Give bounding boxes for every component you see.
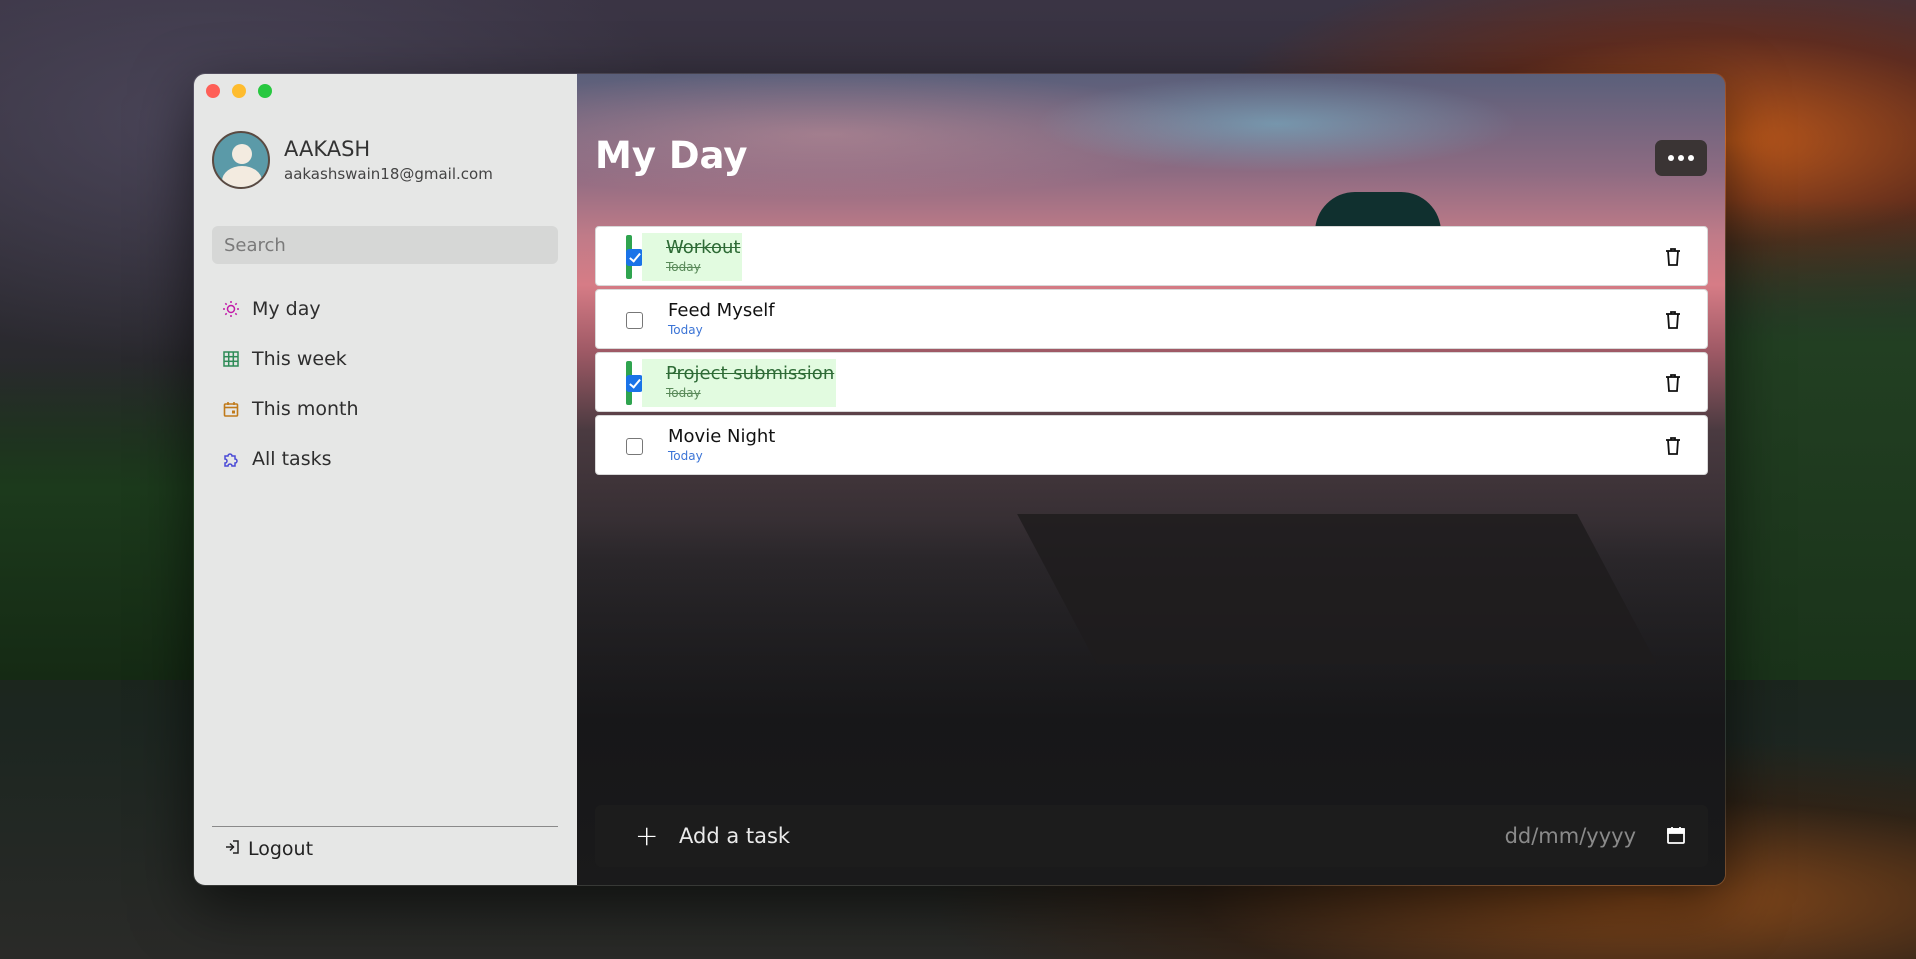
task-item: Workout Today bbox=[595, 226, 1708, 286]
more-icon-dot bbox=[1668, 155, 1674, 161]
task-item: Feed Myself Today bbox=[595, 289, 1708, 349]
task-list: Workout Today Feed Myself Today Project … bbox=[595, 226, 1708, 478]
profile-email: aakashswain18@gmail.com bbox=[284, 165, 493, 183]
task-item: Project submission Today bbox=[595, 352, 1708, 412]
task-checkbox[interactable] bbox=[626, 438, 643, 455]
background-pier bbox=[1017, 514, 1657, 664]
sidebar-item-my-day[interactable]: My day bbox=[222, 284, 359, 334]
background-trees-left bbox=[0, 360, 200, 680]
grid-icon bbox=[222, 350, 240, 368]
avatar-head bbox=[232, 144, 252, 164]
zoom-window-button[interactable] bbox=[258, 84, 272, 98]
profile: AAKASH aakashswain18@gmail.com bbox=[212, 131, 493, 189]
close-window-button[interactable] bbox=[206, 84, 220, 98]
main-panel: My Day Workout Today Feed Myself Today P… bbox=[577, 74, 1725, 885]
sidebar-item-all-tasks[interactable]: All tasks bbox=[222, 434, 359, 484]
task-checkbox[interactable] bbox=[626, 312, 643, 329]
task-text[interactable]: Feed Myself Today bbox=[666, 300, 777, 337]
trash-icon[interactable] bbox=[1665, 310, 1681, 330]
task-checkbox[interactable] bbox=[626, 249, 643, 266]
sun-icon bbox=[222, 300, 240, 318]
background-trees-right bbox=[1716, 200, 1916, 680]
task-date: Today bbox=[668, 449, 703, 463]
calendar-icon bbox=[222, 400, 240, 418]
due-date-input[interactable] bbox=[1456, 821, 1636, 851]
calendar-picker-icon[interactable] bbox=[1666, 825, 1686, 845]
profile-name: AAKASH bbox=[284, 137, 371, 161]
add-task-bar: + bbox=[595, 805, 1708, 867]
task-name: Project submission bbox=[666, 363, 835, 384]
sidebar-item-this-week[interactable]: This week bbox=[222, 334, 359, 384]
sidebar-item-label: My day bbox=[252, 298, 321, 320]
task-date: Today bbox=[666, 386, 701, 400]
task-item: Movie Night Today bbox=[595, 415, 1708, 475]
minimize-window-button[interactable] bbox=[232, 84, 246, 98]
profile-info: AAKASH aakashswain18@gmail.com bbox=[284, 137, 493, 183]
sidebar-item-this-month[interactable]: This month bbox=[222, 384, 359, 434]
sidebar-divider bbox=[212, 826, 558, 827]
task-checkbox[interactable] bbox=[626, 375, 643, 392]
sidebar-item-label: This week bbox=[252, 348, 347, 370]
sidebar-nav: My day This week This month All tasks bbox=[222, 284, 359, 484]
sidebar: AAKASH aakashswain18@gmail.com My day bbox=[194, 74, 577, 885]
task-name: Movie Night bbox=[668, 426, 776, 447]
avatar-body bbox=[222, 166, 262, 187]
task-text[interactable]: Project submission Today bbox=[642, 359, 837, 407]
logout-icon bbox=[224, 838, 240, 860]
logout-label: Logout bbox=[248, 838, 314, 860]
task-text[interactable]: Workout Today bbox=[642, 233, 743, 281]
more-icon-dot bbox=[1678, 155, 1684, 161]
task-date: Today bbox=[668, 323, 703, 337]
trash-icon[interactable] bbox=[1665, 436, 1681, 456]
more-icon-dot bbox=[1688, 155, 1694, 161]
add-task-input[interactable] bbox=[679, 821, 1279, 851]
trash-icon[interactable] bbox=[1665, 373, 1681, 393]
plus-icon[interactable]: + bbox=[635, 819, 658, 852]
task-name: Workout bbox=[666, 237, 741, 258]
app-window: AAKASH aakashswain18@gmail.com My day bbox=[193, 73, 1726, 886]
traffic-lights bbox=[206, 84, 272, 98]
search-input[interactable] bbox=[212, 226, 558, 264]
sidebar-item-label: This month bbox=[252, 398, 359, 420]
task-name: Feed Myself bbox=[668, 300, 775, 321]
more-options-button[interactable] bbox=[1655, 140, 1707, 176]
task-text[interactable]: Movie Night Today bbox=[666, 426, 777, 463]
avatar bbox=[212, 131, 270, 189]
sidebar-item-label: All tasks bbox=[252, 448, 332, 470]
task-date: Today bbox=[666, 260, 701, 274]
trash-icon[interactable] bbox=[1665, 247, 1681, 267]
puzzle-icon bbox=[222, 450, 240, 468]
logout-button[interactable]: Logout bbox=[224, 838, 313, 860]
page-title: My Day bbox=[595, 134, 748, 177]
